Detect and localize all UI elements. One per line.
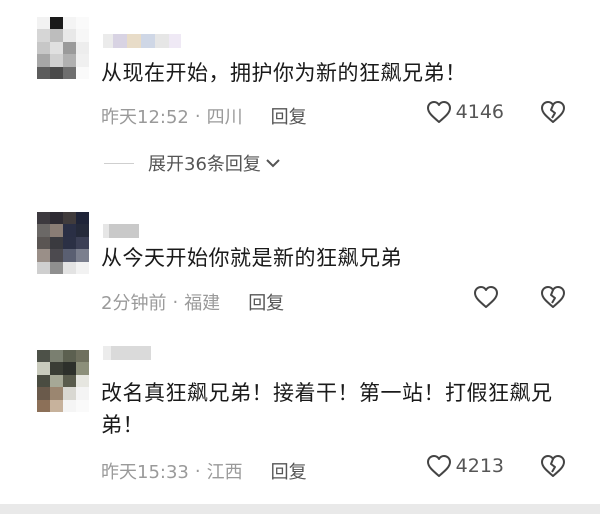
separator-dot: ·	[172, 291, 179, 313]
expand-replies-label: 展开36条回复	[148, 154, 261, 175]
comment-location: 江西	[206, 462, 243, 483]
comment-text: 从今天开始你就是新的狂飙兄弟	[101, 246, 402, 270]
like-count: 4146	[455, 101, 504, 123]
reply-button[interactable]: 回复	[271, 103, 307, 129]
comment-time: 昨天15:33	[101, 462, 189, 483]
dislike-button[interactable]	[540, 100, 566, 128]
comment-time: 昨天12:52	[101, 107, 189, 128]
username-blurred[interactable]	[103, 346, 151, 360]
separator-dot: ·	[194, 460, 201, 482]
broken-heart-icon	[541, 455, 565, 477]
comment-location: 四川	[206, 107, 243, 128]
comment-text: 改名真狂飙兄弟！接着干！第一站！打假狂飙兄弟！	[101, 381, 553, 437]
like-count: 4213	[455, 455, 504, 477]
comment-location: 福建	[184, 293, 221, 314]
avatar[interactable]	[37, 350, 89, 412]
comment-meta: 2分钟前 · 福建 回复	[101, 289, 284, 315]
broken-heart-icon	[541, 286, 565, 308]
divider-line	[104, 162, 134, 164]
separator-dot: ·	[194, 105, 201, 127]
comment-time: 2分钟前	[101, 293, 167, 314]
broken-heart-icon	[541, 101, 565, 123]
comment-text: 从现在开始，拥护你为新的狂飙兄弟！	[101, 61, 467, 85]
expand-replies-button[interactable]: 展开36条回复	[104, 150, 281, 176]
username-blurred[interactable]	[103, 34, 181, 48]
comment-meta: 昨天15:33 · 江西 回复	[101, 458, 307, 484]
comment-meta: 昨天12:52 · 四川 回复	[101, 103, 307, 129]
like-button[interactable]: 4213	[426, 454, 504, 478]
avatar[interactable]	[37, 212, 89, 274]
dislike-button[interactable]	[540, 454, 566, 482]
like-button[interactable]	[473, 285, 503, 309]
heart-outline-icon	[426, 455, 451, 477]
bottom-bar	[0, 504, 600, 514]
dislike-button[interactable]	[540, 285, 566, 313]
username-blurred[interactable]	[103, 224, 139, 238]
heart-outline-icon	[426, 101, 451, 123]
reply-button[interactable]: 回复	[271, 458, 307, 484]
chevron-down-icon	[266, 159, 280, 168]
heart-outline-icon	[474, 286, 498, 308]
avatar[interactable]	[37, 17, 89, 79]
like-button[interactable]: 4146	[426, 100, 504, 124]
reply-button[interactable]: 回复	[248, 289, 284, 315]
